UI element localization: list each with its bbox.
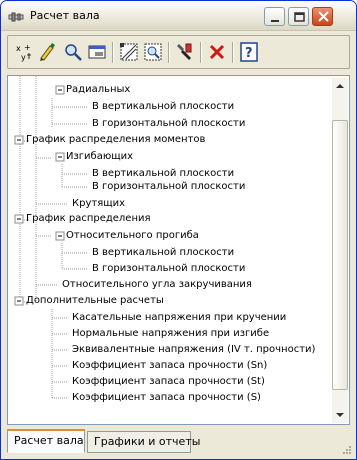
resize-grip-icon[interactable] (342, 445, 352, 455)
title-bar[interactable]: Расчет вала (1, 1, 356, 31)
tree-node-twist-angle[interactable]: Относительного угла закручивания (62, 278, 252, 292)
tree-node-moments-chart[interactable]: График распределения моментов (26, 133, 205, 147)
help-button[interactable]: ? (238, 41, 260, 63)
svg-text:x: x (16, 44, 21, 53)
tab-shaft-calculation[interactable]: Расчет вала (7, 429, 85, 453)
tree-node-bending-vertical[interactable]: В вертикальной плоскости (92, 167, 234, 181)
scroll-up-button[interactable] (332, 78, 348, 94)
tree-node-torque[interactable]: Крутящих (72, 197, 125, 211)
maximize-button[interactable] (288, 7, 309, 26)
tree-node-deflection-horizontal[interactable]: В горизонтальной плоскости (92, 262, 245, 276)
tree-node-normal-stress[interactable]: Нормальные напряжения при изгибе (72, 327, 269, 341)
results-tree[interactable]: Радиальных В вертикальной плоскости В го… (7, 75, 350, 425)
zoom-region-icon (144, 43, 162, 61)
tree-node-safety-factor-st[interactable]: Коэффициент запаса прочности (St) (72, 375, 265, 389)
tree-node-radial[interactable]: Радиальных (66, 83, 130, 97)
vertical-scrollbar[interactable] (332, 78, 348, 423)
close-icon (318, 11, 329, 22)
tree-node-radial-horizontal[interactable]: В горизонтальной плоскости (92, 117, 245, 131)
tree-node-bending-horizontal[interactable]: В горизонтальной плоскости (92, 180, 245, 194)
wrench-icon (177, 43, 192, 60)
tree-node-radial-vertical[interactable]: В вертикальной плоскости (92, 100, 234, 114)
diagram-icon (120, 43, 138, 61)
toolbar: x + y ? (7, 35, 350, 69)
toolbar-separator (200, 42, 202, 63)
app-window: Расчет вала x + y ? Радиальных В вертика… (0, 0, 357, 460)
magnifier-icon (65, 44, 82, 61)
arrow-up-icon (336, 84, 344, 88)
svg-text:+: + (24, 43, 31, 52)
diagram-button[interactable] (118, 41, 140, 63)
maximize-icon (294, 12, 305, 22)
help-icon: ? (240, 42, 258, 62)
tree-node-deflection-vertical[interactable]: В вертикальной плоскости (92, 246, 234, 260)
pencil-icon (40, 43, 55, 61)
tab-charts-reports[interactable]: Графики и отчеты (87, 431, 200, 453)
panel-icon (88, 45, 106, 59)
toolbar-separator (232, 42, 234, 63)
tree-node-shear-stress[interactable]: Касательные напряжения при кручении (72, 311, 286, 325)
tree-node-additional-calcs[interactable]: Дополнительные расчеты (26, 294, 164, 308)
minimize-button[interactable] (264, 7, 285, 26)
toolbar-separator (112, 42, 114, 63)
svg-text:y: y (21, 53, 26, 62)
window-title: Расчет вала (30, 9, 100, 22)
tree-node-distribution-chart[interactable]: График распределения (26, 212, 151, 226)
tree-node-relative-deflection[interactable]: Относительного прогиба (66, 229, 199, 243)
tree-node-bending[interactable]: Изгибающих (66, 150, 133, 164)
arrow-down-icon (336, 413, 344, 417)
tree-node-safety-factor-sn[interactable]: Коэффициент запаса прочности (Sn) (72, 359, 267, 373)
shaft-app-icon (8, 9, 24, 25)
close-button[interactable] (312, 7, 333, 26)
tree-node-safety-factor-s[interactable]: Коэффициент запаса прочности (S) (72, 391, 261, 405)
scroll-thumb[interactable] (332, 120, 348, 390)
minimize-icon (271, 20, 279, 22)
search-button[interactable] (62, 41, 84, 63)
zoom-region-button[interactable] (142, 41, 164, 63)
xy-button[interactable]: x + y (14, 41, 36, 63)
svg-text:?: ? (245, 46, 253, 61)
tree-node-equivalent-stress[interactable]: Эквивалентные напряжения (IV т. прочност… (72, 343, 315, 357)
toolbar-separator (168, 42, 170, 63)
tools-button[interactable] (174, 41, 196, 63)
bottom-tab-strip: Расчет вала Графики и отчеты (7, 429, 350, 455)
delete-button[interactable] (206, 41, 228, 63)
scroll-down-button[interactable] (332, 407, 348, 423)
red-cross-icon (209, 44, 225, 60)
edit-button[interactable] (38, 41, 60, 63)
xy-axes-icon: x + y (16, 43, 31, 62)
window-button[interactable] (86, 41, 108, 63)
